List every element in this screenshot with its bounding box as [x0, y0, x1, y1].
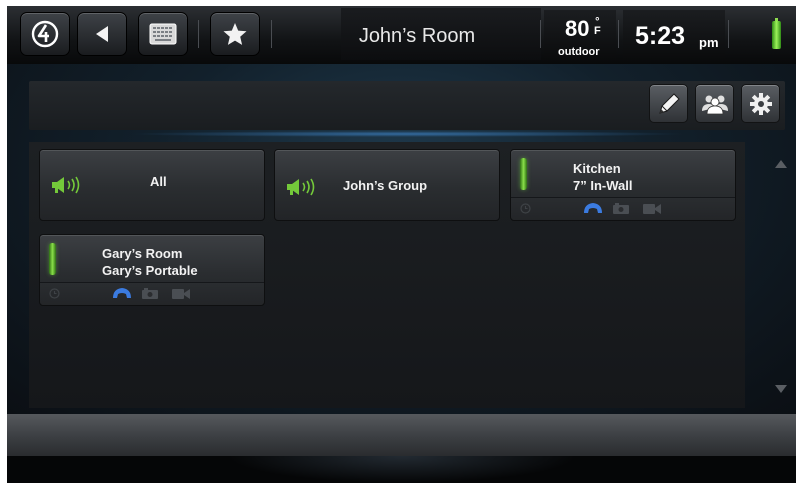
bottom-glow: [227, 456, 577, 483]
logo-icon: [31, 20, 59, 48]
keypad-button[interactable]: [138, 12, 188, 56]
temperature-value: 80: [565, 16, 590, 41]
divider: [198, 20, 199, 48]
edit-icon: [658, 92, 680, 114]
speaker-icon: [287, 178, 315, 196]
tile-label: All: [150, 174, 167, 189]
toolbar-glow: [127, 131, 687, 137]
group-button[interactable]: [695, 84, 734, 123]
scroll-up-icon[interactable]: [775, 160, 787, 168]
room-tile-kitchen[interactable]: Kitchen 7” In-Wall: [510, 149, 736, 221]
divider: [728, 20, 729, 48]
edit-button[interactable]: [649, 84, 688, 123]
tile-line-2: 7” In-Wall: [573, 178, 633, 193]
settings-icon: [749, 92, 772, 115]
outdoor-temperature: 80 ° F outdoor: [544, 10, 616, 60]
tile-footer: [511, 197, 735, 220]
phone-icon[interactable]: [111, 286, 133, 300]
home-button[interactable]: [20, 12, 70, 56]
tile-footer: [40, 282, 264, 305]
temperature-unit: ° F: [594, 17, 601, 37]
tiles-panel: All John’s Group Kitchen 7” In-Wall Gary…: [29, 142, 745, 408]
clock-time: 5:23: [635, 22, 686, 50]
tile-line-2: Gary’s Portable: [102, 263, 198, 278]
video-icon[interactable]: [642, 203, 662, 215]
clock-ampm: pm: [699, 35, 719, 50]
group-tile-johns-group[interactable]: John’s Group: [274, 149, 500, 221]
status-led: [49, 243, 56, 275]
group-icon: [701, 95, 728, 114]
tile-label: Kitchen 7” In-Wall: [573, 160, 632, 194]
temperature-label: outdoor: [558, 46, 600, 58]
favorites-button[interactable]: [210, 12, 260, 56]
video-icon[interactable]: [171, 288, 191, 300]
back-icon: [96, 26, 108, 42]
intercom-screen: John’s Room 80 ° F outdoor 5:23 pm All J…: [7, 6, 796, 483]
status-led: [520, 158, 527, 190]
room-tile-garys-room[interactable]: Gary’s Room Gary’s Portable: [39, 234, 265, 306]
scrollbar[interactable]: [771, 154, 789, 404]
camera-icon[interactable]: [612, 203, 630, 215]
divider: [271, 20, 272, 48]
settings-button[interactable]: [741, 84, 780, 123]
page-title: John’s Room: [358, 25, 476, 47]
camera-icon[interactable]: [141, 288, 159, 300]
back-button[interactable]: [77, 12, 127, 56]
group-tile-all[interactable]: All: [39, 149, 265, 221]
phone-icon[interactable]: [582, 201, 604, 215]
action-toolbar: [29, 81, 785, 130]
keypad-icon: [149, 23, 177, 45]
tile-line-1: Gary’s Room: [102, 246, 183, 261]
speaker-icon: [52, 176, 80, 194]
clock-icon: [49, 288, 60, 299]
divider: [540, 20, 541, 48]
tile-label: John’s Group: [343, 178, 428, 193]
clock-icon: [520, 203, 531, 214]
tile-label: Gary’s Room Gary’s Portable: [102, 245, 198, 279]
content-area: All John’s Group Kitchen 7” In-Wall Gary…: [7, 64, 796, 414]
battery-icon: [772, 18, 781, 49]
unit-letter: F: [594, 25, 601, 37]
clock: 5:23 pm: [623, 10, 725, 60]
tile-line-1: Kitchen: [573, 161, 621, 176]
scroll-down-icon[interactable]: [775, 385, 787, 393]
divider: [618, 20, 619, 48]
top-bar: John’s Room 80 ° F outdoor 5:23 pm: [7, 6, 796, 64]
star-icon: [223, 23, 247, 45]
bottom-bar: [7, 414, 796, 456]
